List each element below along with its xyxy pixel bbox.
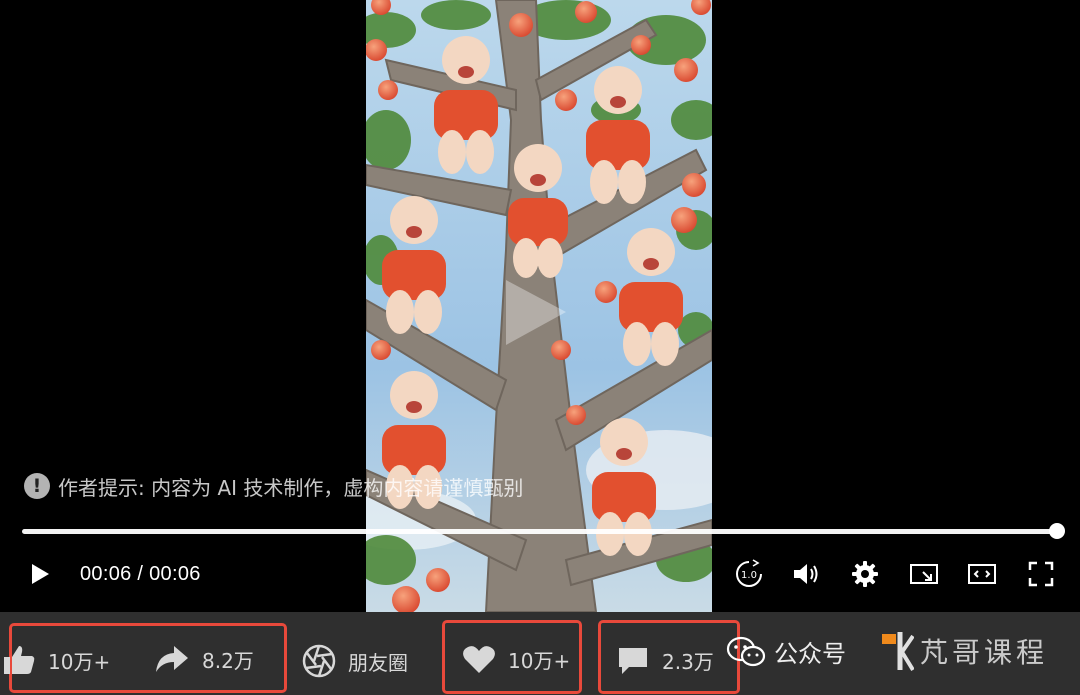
share-button[interactable]: 8.2万 — [154, 644, 254, 674]
favorite-button[interactable]: 10万+ — [462, 644, 570, 674]
fullscreen-icon — [1028, 561, 1054, 587]
moments-button[interactable]: 朋友圈 — [302, 644, 408, 678]
replay-speed-icon: 1.0 — [736, 559, 762, 587]
wechat-label: 公众号 — [774, 640, 846, 668]
wechat-icon — [726, 636, 766, 666]
share-arrow-icon — [156, 646, 188, 672]
progress-thumb[interactable] — [1049, 523, 1065, 539]
web-fullscreen-button[interactable] — [966, 552, 998, 596]
video-player[interactable]: ! 作者提示: 内容为 AI 技术制作，虚构内容请谨慎甄别 00:06 / 00… — [0, 0, 1080, 612]
video-thumbnail-image — [366, 0, 712, 612]
brand-watermark: 芃哥课程 — [880, 628, 1048, 674]
time-display: 00:06 / 00:06 — [80, 562, 201, 585]
gear-icon — [852, 561, 878, 587]
comment-button[interactable]: 2.3万 — [616, 644, 714, 676]
ai-content-notice: ! 作者提示: 内容为 AI 技术制作，虚构内容请谨慎甄别 — [24, 470, 523, 502]
video-frame[interactable] — [366, 0, 712, 612]
comment-count: 2.3万 — [662, 649, 714, 674]
speed-button[interactable]: 1.0 — [733, 552, 765, 596]
volume-button[interactable] — [790, 552, 822, 596]
play-button[interactable] — [26, 552, 54, 596]
like-button[interactable]: 10万+ — [2, 644, 110, 676]
cast-icon — [910, 564, 938, 584]
action-bar: 10万+ 8.2万 朋友圈 10万+ 2.3万 公众号 芃哥课程 — [0, 612, 1080, 695]
share-count: 8.2万 — [202, 648, 254, 673]
fullscreen-button[interactable] — [1025, 552, 1057, 596]
notice-text: 作者提示: 内容为 AI 技术制作，虚构内容请谨慎甄别 — [58, 475, 524, 500]
brand-text: 芃哥课程 — [920, 636, 1049, 669]
play-icon — [32, 564, 49, 584]
exclamation-circle-icon: ! — [24, 473, 50, 499]
progress-bar[interactable] — [22, 529, 1058, 534]
like-count: 10万+ — [48, 649, 111, 674]
moments-label: 朋友圈 — [348, 650, 408, 675]
settings-button[interactable] — [849, 552, 881, 596]
thumbs-up-icon — [4, 646, 35, 674]
cast-button[interactable] — [908, 552, 940, 596]
volume-icon — [794, 564, 818, 584]
favorite-count: 10万+ — [508, 648, 571, 673]
heart-icon — [463, 646, 495, 673]
moments-aperture-icon — [302, 644, 336, 678]
comment-bubble-icon — [619, 648, 647, 674]
brand-logo-icon — [882, 632, 914, 672]
fullscreen-web-icon — [968, 564, 996, 584]
wechat-watermark: 公众号 — [726, 634, 846, 669]
speed-label: 1.0 — [741, 570, 757, 581]
player-controls: 00:06 / 00:06 1.0 — [0, 552, 1080, 596]
